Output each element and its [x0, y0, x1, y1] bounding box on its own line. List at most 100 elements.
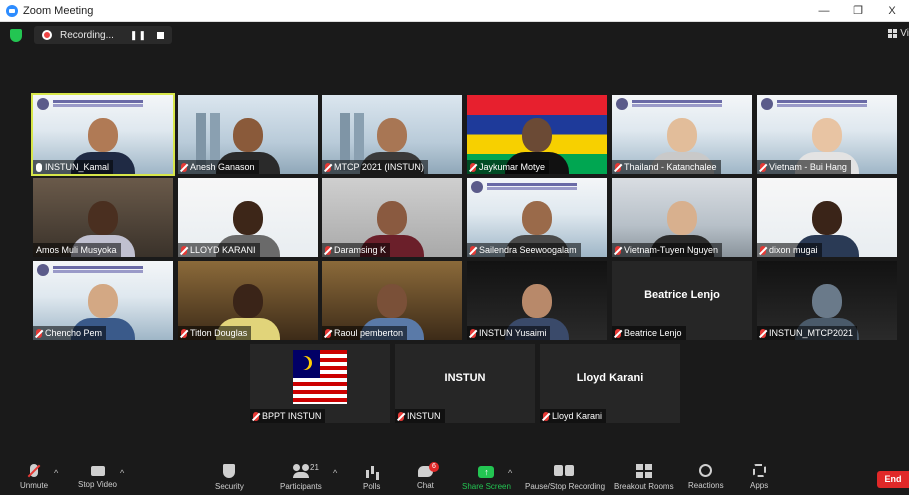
share-screen-button[interactable]: ↑ Share Screen [462, 464, 511, 491]
participant-tile[interactable]: INSTUN Yusaimi [467, 261, 607, 340]
participant-tile[interactable]: dixon mugai [757, 178, 897, 257]
participant-face [522, 284, 552, 318]
share-options-caret[interactable]: ^ [508, 468, 512, 478]
participant-tile[interactable]: INSTUN_MTCP2021 [757, 261, 897, 340]
participant-name-bar: INSTUN_Kamal [33, 160, 114, 174]
encryption-shield-icon[interactable] [10, 28, 22, 42]
chat-button[interactable]: 6 Chat [417, 462, 439, 490]
participant-tile[interactable]: INSTUN_Kamal [31, 93, 175, 176]
participant-tile[interactable]: Raoul pemberton [322, 261, 462, 340]
stop-video-button[interactable]: Stop Video [78, 464, 117, 489]
security-button[interactable]: Security [215, 464, 244, 491]
gallery-view-icon [888, 29, 898, 38]
participant-tile[interactable]: Daramsing K [322, 178, 462, 257]
participants-label: Participants [280, 482, 322, 491]
zoom-window: Zoom Meeting — ❐ X Recording... ❚❚ Vi IN… [0, 0, 909, 495]
apps-button[interactable]: Apps [750, 464, 768, 490]
video-options-caret[interactable]: ^ [120, 468, 124, 478]
participant-name: INSTUN_MTCP2021 [769, 328, 854, 338]
participant-name: dixon mugai [769, 245, 818, 255]
participant-name: Amos Muli Musyoka [36, 245, 117, 255]
participant-name: Sailendra Seewoogalam [479, 245, 577, 255]
participant-face [88, 118, 118, 152]
window-title: Zoom Meeting [23, 4, 94, 17]
participant-name: Beatrice Lenjo [624, 328, 682, 338]
participant-tile[interactable]: BPPT INSTUN [250, 344, 390, 423]
apps-label: Apps [750, 481, 769, 490]
reactions-button[interactable]: Reactions [688, 464, 724, 490]
muted-mic-icon [760, 328, 766, 338]
participant-tile[interactable]: Vietnam-Tuyen Nguyen [612, 178, 752, 257]
participant-name-bar: Lloyd Karani [540, 409, 607, 423]
zoom-app-icon [6, 4, 18, 17]
participant-display-name: INSTUN [444, 372, 486, 384]
participant-name: Jaykumar Motye [479, 162, 546, 172]
recording-indicator: Recording... ❚❚ [34, 26, 173, 44]
participant-tile[interactable]: Beatrice Lenjo Beatrice Lenjo [612, 261, 752, 340]
participant-face [88, 284, 118, 318]
participant-tile[interactable]: INSTUN INSTUN [395, 344, 535, 423]
participant-tile[interactable]: Chencho Pem [33, 261, 173, 340]
pause-recording-icon[interactable]: ❚❚ [130, 30, 147, 41]
stop-recording-icon[interactable] [157, 31, 165, 39]
security-label: Security [215, 482, 244, 491]
participant-name-bar: Amos Muli Musyoka [33, 243, 121, 257]
view-button[interactable]: Vi [888, 28, 909, 39]
muted-mic-icon [470, 245, 476, 255]
malaysia-flag-image [293, 350, 347, 404]
participant-name: LLOYD KARANI [190, 245, 256, 255]
participant-face [233, 201, 263, 235]
participant-name: Anesh Ganason [190, 162, 255, 172]
participant-tile[interactable]: LLOYD KARANI [178, 178, 318, 257]
participant-name-bar: Chencho Pem [33, 326, 107, 340]
chat-unread-badge: 6 [429, 462, 439, 472]
muted-mic-icon [325, 245, 331, 255]
participant-tile[interactable]: Amos Muli Musyoka [33, 178, 173, 257]
end-meeting-button[interactable]: End [877, 471, 909, 488]
muted-mic-icon [253, 411, 259, 421]
unmute-button[interactable]: Unmute [20, 464, 48, 490]
participant-name-bar: Raoul pemberton [322, 326, 408, 340]
participant-name: INSTUN_Kamal [45, 162, 110, 172]
security-shield-icon [223, 464, 236, 478]
chat-label: Chat [417, 481, 434, 490]
title-bar: Zoom Meeting — ❐ X [0, 0, 909, 22]
pause-stop-recording-button[interactable]: Pause/Stop Recording [525, 464, 605, 491]
participant-tile[interactable]: Titlon Douglas [178, 261, 318, 340]
recording-label: Recording... [60, 29, 114, 41]
participant-display-name: Beatrice Lenjo [644, 289, 720, 301]
minimize-button[interactable]: — [807, 5, 841, 17]
participant-name: Chencho Pem [45, 328, 103, 338]
muted-mic-icon [30, 464, 38, 477]
participant-tile[interactable]: Anesh Ganason [178, 95, 318, 174]
participant-tile[interactable]: MTCP 2021 (INSTUN) [322, 95, 462, 174]
participant-tile[interactable]: Lloyd Karani Lloyd Karani [540, 344, 680, 423]
audio-options-caret[interactable]: ^ [54, 468, 58, 478]
breakout-rooms-icon [635, 464, 652, 478]
participant-tile[interactable]: Sailendra Seewoogalam [467, 178, 607, 257]
participant-tile[interactable]: Thailand - Katanchalee [612, 95, 752, 174]
stop-video-label: Stop Video [78, 480, 117, 489]
muted-mic-icon [615, 328, 621, 338]
video-camera-icon [90, 466, 105, 476]
participant-face [233, 118, 263, 152]
polls-button[interactable]: Polls [363, 464, 380, 491]
participants-options-caret[interactable]: ^ [333, 468, 337, 478]
muted-mic-icon [470, 162, 476, 172]
participant-face [522, 201, 552, 235]
breakout-rooms-button[interactable]: Breakout Rooms [614, 464, 674, 491]
participant-name-bar: Anesh Ganason [178, 160, 259, 174]
close-button[interactable]: X [875, 5, 909, 17]
participant-face [233, 284, 263, 318]
participant-face [522, 118, 552, 152]
reactions-label: Reactions [688, 481, 724, 490]
participant-tile[interactable]: Jaykumar Motye [467, 95, 607, 174]
mic-icon [36, 162, 42, 172]
participant-tile[interactable]: Vietnam - Bui Hang [757, 95, 897, 174]
muted-mic-icon [181, 162, 187, 172]
restore-button[interactable]: ❐ [841, 4, 875, 17]
participant-face [377, 201, 407, 235]
pause-stop-icon [554, 464, 576, 478]
participant-name: Vietnam - Bui Hang [769, 162, 847, 172]
muted-mic-icon [181, 328, 187, 338]
